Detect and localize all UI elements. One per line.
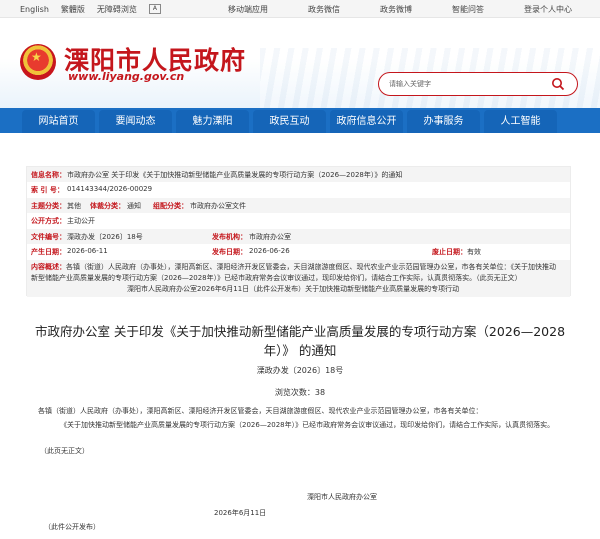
meta-label: 体裁分类： <box>90 202 125 210</box>
meta-label: 发布日期： <box>212 248 247 256</box>
body-signer: 溧阳市人民政府办公室 <box>307 493 377 501</box>
meta-doc-number: 溧政办发〔2026〕18号 <box>67 233 143 241</box>
meta-open-mode: 主动公开 <box>67 217 95 225</box>
meta-row-index: 索 引 号： 014143344/2026-00029 <box>27 182 570 197</box>
meta-overview: 各镇（街道）人民政府（办事处），溧阳高新区、溧阳经济开发区管委会，天目湖旅游度假… <box>31 263 556 282</box>
meta-row-name: 信息名称： 市政府办公室 关于印发《关于加快推动新型储能产业高质量发展的专项行动… <box>27 167 570 182</box>
site-url: www.liyang.gov.cn <box>68 70 185 83</box>
view-count: 浏览次数：38 <box>0 387 600 398</box>
meta-org-category: 市政府办公室文件 <box>190 202 246 210</box>
meta-published-date: 2026-06-26 <box>249 247 290 255</box>
meta-label: 产生日期： <box>31 248 66 256</box>
weibo-link[interactable]: 政务微博 <box>380 4 412 15</box>
nav-interaction[interactable]: 政民互动 <box>253 110 326 133</box>
meta-label: 组配分类： <box>153 202 188 210</box>
meta-created-date: 2026-06-11 <box>67 247 108 255</box>
site-header: ★ 溧阳市人民政府 www.liyang.gov.cn 请输入关键字 <box>0 18 600 108</box>
body-paragraph-main: 《关于加快推动新型储能产业高质量发展的专项行动方案（2026—2028年）》已经… <box>60 421 555 429</box>
body-date: 2026年6月11日 <box>214 509 267 517</box>
meta-overview-tail: 溧阳市人民政府办公室2026年6月11日（此件公开发布）关于加快推动新型储能产业… <box>127 285 460 293</box>
nav-home[interactable]: 网站首页 <box>22 110 95 133</box>
meta-row-dates: 产生日期： 2026-06-11 发布日期： 2026-06-26 废止日期： … <box>27 244 570 259</box>
meta-label: 主题分类： <box>31 202 66 210</box>
meta-topic: 其他 <box>67 202 81 210</box>
meta-issuer: 市政府办公室 <box>249 233 291 241</box>
article-doc-number: 溧政办发〔2026〕18号 <box>256 366 344 375</box>
nav-info-disclosure[interactable]: 政府信息公开 <box>330 110 403 133</box>
nav-ai[interactable]: 人工智能 <box>484 110 557 133</box>
nav-news[interactable]: 要闻动态 <box>99 110 172 133</box>
meta-index: 014143344/2026-00029 <box>67 185 153 193</box>
nav-charm[interactable]: 魅力溧阳 <box>176 110 249 133</box>
smart-qa-link[interactable]: 智能问答 <box>452 4 484 15</box>
main-nav: 网站首页 要闻动态 魅力溧阳 政民互动 政府信息公开 办事服务 人工智能 <box>0 108 600 133</box>
body-no-text-note: （此页无正文） <box>40 447 89 455</box>
views-label: 浏览次数： <box>274 388 315 397</box>
lang-traditional-link[interactable]: 繁體版 <box>61 4 85 15</box>
article-title: 市政府办公室 关于印发《关于加快推动新型储能产业高质量发展的专项行动方案（202… <box>34 324 566 358</box>
search-box[interactable]: 请输入关键字 <box>378 72 578 96</box>
meta-label: 内容概述： <box>31 263 66 271</box>
meta-row-doc-no: 文件编号： 溧政办发〔2026〕18号 发布机构： 市政府办公室 <box>27 229 570 244</box>
body-release-note: （此件公开发布） <box>44 523 100 531</box>
search-icon[interactable] <box>551 77 565 91</box>
meta-label: 废止日期： <box>432 248 467 256</box>
mobile-app-link[interactable]: 移动端应用 <box>228 4 268 15</box>
meta-label: 信息名称： <box>31 171 66 179</box>
login-link[interactable]: 登录个人中心 <box>524 4 572 15</box>
accessibility-icon[interactable]: A <box>148 4 161 14</box>
nav-services[interactable]: 办事服务 <box>407 110 480 133</box>
wechat-link[interactable]: 政务微信 <box>308 4 340 15</box>
search-input[interactable]: 请输入关键字 <box>389 79 431 89</box>
meta-info-name: 市政府办公室 关于印发《关于加快推动新型储能产业高质量发展的专项行动方案（202… <box>67 171 403 179</box>
meta-label: 索 引 号： <box>31 186 64 194</box>
accessible-browse-link[interactable]: 无障碍浏览 <box>97 4 137 15</box>
views-value: 38 <box>314 388 326 397</box>
top-bar: English 繁體版 无障碍浏览 A 移动端应用 政务微信 政务微博 智能问答… <box>0 0 600 18</box>
meta-label: 发布机构： <box>212 233 247 241</box>
meta-label: 文件编号： <box>31 233 66 241</box>
national-emblem-icon: ★ <box>20 44 56 80</box>
meta-genre: 通知 <box>127 202 141 210</box>
meta-validity: 有效 <box>467 248 481 256</box>
lang-english-link[interactable]: English <box>20 5 49 14</box>
meta-row-open-mode: 公开方式： 主动公开 <box>27 213 570 228</box>
meta-row-overview: 内容概述：各镇（街道）人民政府（办事处），溧阳高新区、溧阳经济开发区管委会，天目… <box>27 260 570 297</box>
meta-row-topic: 主题分类： 其他 体裁分类： 通知 组配分类： 市政府办公室文件 <box>27 198 570 213</box>
info-metadata-table: 信息名称： 市政府办公室 关于印发《关于加快推动新型储能产业高质量发展的专项行动… <box>26 166 571 297</box>
body-paragraph-addressees: 各镇（街道）人民政府（办事处），溧阳高新区、溧阳经济开发区管委会，天目湖旅游度假… <box>38 407 483 415</box>
meta-label: 公开方式： <box>31 217 66 225</box>
